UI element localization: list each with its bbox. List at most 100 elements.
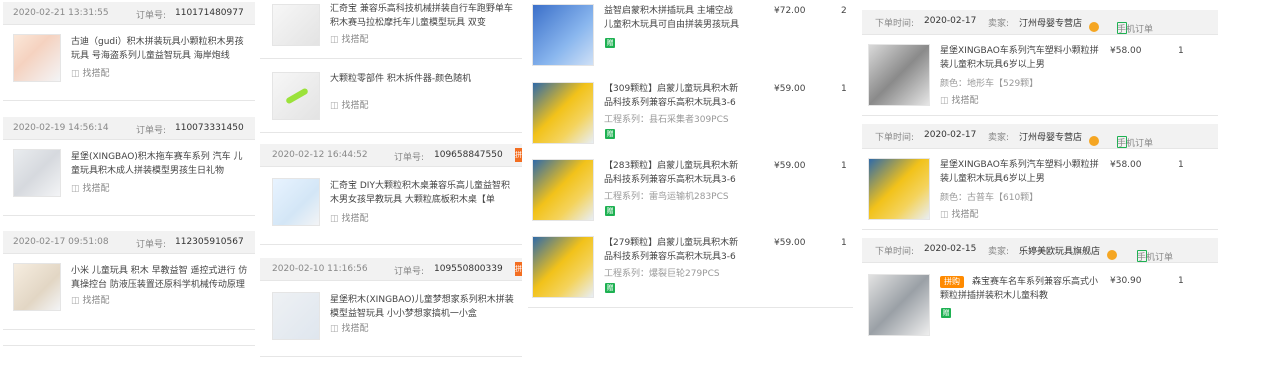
find-match-link[interactable]: ◫ 找搭配: [330, 321, 369, 334]
product-image[interactable]: [272, 178, 320, 226]
find-match-icon: ◫: [330, 324, 339, 334]
find-match-link[interactable]: ◫ 找搭配: [71, 181, 110, 194]
order-item-continued: 汇奇宝 兼容乐高科技机械拼装自行车跑野单车积木赛马拉松摩托车儿童模型玩具 双变 …: [260, 0, 522, 59]
find-match-label: 找搭配: [82, 184, 110, 194]
find-match-icon: ◫: [330, 35, 339, 45]
product-image[interactable]: [272, 4, 320, 46]
order-item-2: 【309颗粒】启蒙儿童玩具积木新品科技系列兼容乐高积木玩具3-6 工程系列：县石…: [528, 78, 853, 153]
product-image[interactable]: [272, 292, 320, 340]
order-number[interactable]: 110171480977: [175, 8, 244, 18]
order-number[interactable]: 112305910567: [175, 237, 244, 247]
find-match-icon: ◫: [940, 210, 949, 220]
quantity: 1: [1178, 46, 1184, 56]
product-image[interactable]: [532, 82, 594, 144]
find-match-link[interactable]: ◫ 找搭配: [940, 207, 979, 220]
product-image[interactable]: [868, 44, 930, 106]
order-header: 下单时间: 2020-02-17 卖家: 汀州母婴专营店 手机订单: [862, 124, 1218, 149]
order-number-label: 订单号:: [394, 153, 425, 163]
product-title[interactable]: 星堡XINGBAO车系列汽车塑料小颗粒拼装儿童积木玩具6岁以上男: [940, 158, 1100, 186]
order-card-7: 下单时间: 2020-02-17 卖家: 汀州母婴专营店 手机订单 星堡XING…: [862, 124, 1218, 230]
product-title[interactable]: 星堡(XINGBAO)积木拖车赛车系列 汽车 儿童玩具积木成人拼装模型男孩生日礼…: [71, 150, 251, 178]
find-match-link[interactable]: ◫ 找搭配: [330, 98, 369, 111]
order-time-label: 下单时间:: [875, 247, 915, 257]
unit-price: ¥30.90: [1110, 276, 1142, 286]
order-item-3: 【283颗粒】启蒙儿童玩具积木新品科技系列兼容乐高积木玩具3-6 工程系列：雷鸟…: [528, 155, 853, 230]
product-title[interactable]: 【279颗粒】启蒙儿童玩具积木新品科技系列兼容乐高积木玩具3-6: [604, 236, 744, 264]
gift-badge: 赠: [605, 38, 615, 48]
find-match-label: 找搭配: [341, 101, 369, 111]
order-number[interactable]: 109658847550: [434, 150, 503, 160]
seller-name[interactable]: 汀州母婴专营店: [1019, 130, 1082, 143]
order-header: 2020-02-10 11:16:56 订单号: 109550800339: [260, 258, 522, 281]
order-number-label: 订单号:: [136, 240, 167, 250]
order-header: 2020-02-12 16:44:52 订单号: 109658847550: [260, 144, 522, 167]
product-image[interactable]: [13, 34, 61, 82]
mobile-order-label: 手机订单: [1137, 253, 1174, 263]
order-date: 2020-02-19 14:56:14: [13, 123, 109, 133]
product-image[interactable]: [13, 263, 61, 311]
gift-badge: 赠: [605, 206, 615, 216]
gift-badge: 赠: [941, 308, 951, 318]
find-match-label: 找搭配: [82, 296, 110, 306]
product-title[interactable]: 【309颗粒】启蒙儿童玩具积木新品科技系列兼容乐高积木玩具3-6: [604, 82, 744, 110]
order-number-label: 订单号:: [136, 126, 167, 136]
product-spec: 工程系列：县石采集者309PCS: [604, 115, 729, 125]
unit-price: ¥58.00: [1110, 160, 1142, 170]
find-match-icon: ◫: [71, 296, 80, 306]
quantity: 1: [841, 84, 847, 94]
product-title[interactable]: 星堡积木(XINGBAO)儿童梦想家系列积木拼装模型益智玩具 小小梦想家搞机一小…: [330, 293, 516, 321]
order-date: 2020-02-15: [924, 244, 977, 254]
find-match-link[interactable]: ◫ 找搭配: [71, 66, 110, 79]
product-title[interactable]: 星堡XINGBAO车系列汽车塑料小颗粒拼装儿童积木玩具6岁以上男: [940, 44, 1100, 72]
order-header: 2020-02-17 09:51:08 订单号: 112305910567: [3, 231, 255, 254]
order-number[interactable]: 110073331450: [175, 123, 244, 133]
product-image[interactable]: [13, 149, 61, 197]
product-title[interactable]: 大颗粒零部件 积木拆件器-颜色随机: [330, 72, 518, 86]
order-card-1: 2020-02-21 13:31:55 订单号: 110171480977 古迪…: [3, 2, 255, 101]
order-time-label: 下单时间:: [875, 19, 915, 29]
quantity: 1: [1178, 276, 1184, 286]
product-image[interactable]: [868, 158, 930, 220]
seller-name[interactable]: 汀州母婴专营店: [1019, 16, 1082, 29]
find-match-label: 找搭配: [341, 35, 369, 45]
product-image[interactable]: [532, 159, 594, 221]
unit-price: ¥59.00: [774, 161, 806, 171]
find-match-link[interactable]: ◫ 找搭配: [940, 93, 979, 106]
order-number-label: 订单号:: [136, 11, 167, 21]
order-header: 2020-02-21 13:31:55 订单号: 110171480977: [3, 2, 255, 25]
order-card-5: 2020-02-10 11:16:56 订单号: 109550800339 拼 …: [260, 258, 522, 357]
unit-price: ¥58.00: [1110, 46, 1142, 56]
group-buy-corner: 拼: [515, 148, 522, 162]
seller-label: 卖家:: [988, 247, 1010, 257]
seller-name[interactable]: 乐婷美欧玩具旗舰店: [1019, 244, 1100, 257]
product-title[interactable]: 益智启蒙积木拼插玩具 主埔空战 儿童积木玩具可自由拼装男孩玩具: [604, 4, 744, 32]
product-image[interactable]: [532, 236, 594, 298]
order-card-4: 2020-02-12 16:44:52 订单号: 109658847550 拼 …: [260, 144, 522, 245]
product-title[interactable]: 汇奇宝 兼容乐高科技机械拼装自行车跑野单车积木赛马拉松摩托车儿童模型玩具 双变: [330, 2, 518, 30]
product-image[interactable]: [868, 274, 930, 336]
product-title[interactable]: 【283颗粒】启蒙儿童玩具积木新品科技系列兼容乐高积木玩具3-6: [604, 159, 744, 187]
order-card-3: 2020-02-17 09:51:08 订单号: 112305910567 小米…: [3, 231, 255, 330]
quantity: 2: [841, 6, 847, 16]
order-date: 2020-02-17: [924, 130, 977, 140]
find-match-label: 找搭配: [82, 69, 110, 79]
order-date: 2020-02-12 16:44:52: [272, 150, 368, 160]
product-title[interactable]: 森宝赛车名车系列兼容乐高式小颗粒拼插拼装积木儿童科教: [940, 275, 1100, 303]
product-spec: 工程系列：雷鸟运输机283PCS: [604, 192, 729, 202]
product-image[interactable]: [532, 4, 594, 66]
find-match-link[interactable]: ◫ 找搭配: [330, 32, 369, 45]
order-number[interactable]: 109550800339: [434, 264, 503, 274]
find-match-link[interactable]: ◫ 找搭配: [330, 211, 369, 224]
product-spec: 工程系列：爆裂巨轮279PCS: [604, 269, 720, 279]
product-title[interactable]: 小米 儿童玩具 积木 早教益智 遥控式进行 仿真操控台 防液压装置还原科学机械传…: [71, 264, 251, 292]
product-title[interactable]: 古迪（gudi）积木拼装玩具小颗粒积木男孩玩具 号海盗系列儿童益智玩具 海岸炮线…: [71, 35, 251, 63]
product-image[interactable]: [272, 72, 320, 120]
order-item-continued: 大颗粒零部件 积木拆件器-颜色随机 ◫ 找搭配: [260, 62, 522, 133]
product-title[interactable]: 汇奇宝 DIY大颗粒积木桌兼容乐高儿童益智积木男女孩早教玩具 大颗粒底板积木桌【…: [330, 179, 516, 207]
seller-label: 卖家:: [988, 19, 1010, 29]
find-match-link[interactable]: ◫ 找搭配: [71, 293, 110, 306]
find-match-label: 找搭配: [951, 210, 979, 220]
find-match-icon: ◫: [330, 101, 339, 111]
order-header: 下单时间: 2020-02-17 卖家: 汀州母婴专营店 手机订单: [862, 10, 1218, 35]
unit-price: ¥59.00: [774, 238, 806, 248]
